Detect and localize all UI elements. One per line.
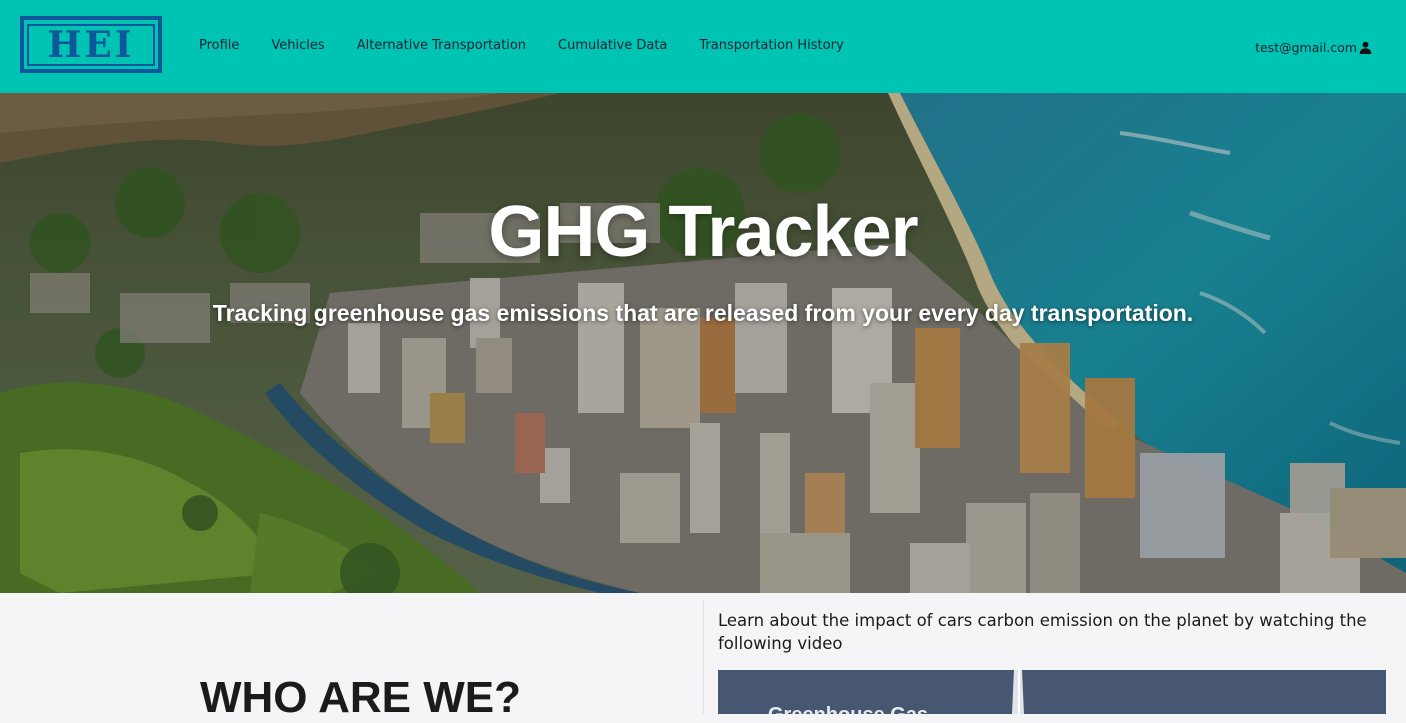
- nav-link-profile[interactable]: Profile: [199, 38, 239, 53]
- section-divider: [703, 599, 704, 714]
- logo-text: HEI: [27, 23, 155, 66]
- nav-link-cumulative-data[interactable]: Cumulative Data: [558, 38, 667, 53]
- user-icon: [1359, 41, 1372, 54]
- navbar: HEI Profile Vehicles Alternative Transpo…: [0, 0, 1406, 93]
- hero-subtitle: Tracking greenhouse gas emissions that a…: [212, 300, 1194, 326]
- hero-banner: GHG Tracker Tracking greenhouse gas emis…: [0, 93, 1406, 593]
- hero-title: GHG Tracker: [488, 192, 918, 272]
- nav-link-alternative-transportation[interactable]: Alternative Transportation: [357, 38, 526, 53]
- user-email: test@gmail.com: [1255, 40, 1357, 55]
- hero-background-image: [0, 93, 1406, 593]
- nav-link-vehicles[interactable]: Vehicles: [271, 38, 324, 53]
- who-are-we-heading: WHO ARE WE?: [200, 673, 521, 722]
- nav-link-transportation-history[interactable]: Transportation History: [699, 38, 843, 53]
- content-section: WHO ARE WE? Learn about the impact of ca…: [0, 593, 1406, 722]
- video-description: Learn about the impact of cars carbon em…: [718, 611, 1367, 653]
- hei-logo[interactable]: HEI: [20, 16, 162, 73]
- user-menu[interactable]: test@gmail.com: [1255, 40, 1372, 55]
- nav-links: Profile Vehicles Alternative Transportat…: [199, 38, 876, 53]
- video-thumbnail-title: Greenhouse Gas: [768, 704, 928, 714]
- video-player[interactable]: Greenhouse Gas: [718, 670, 1386, 714]
